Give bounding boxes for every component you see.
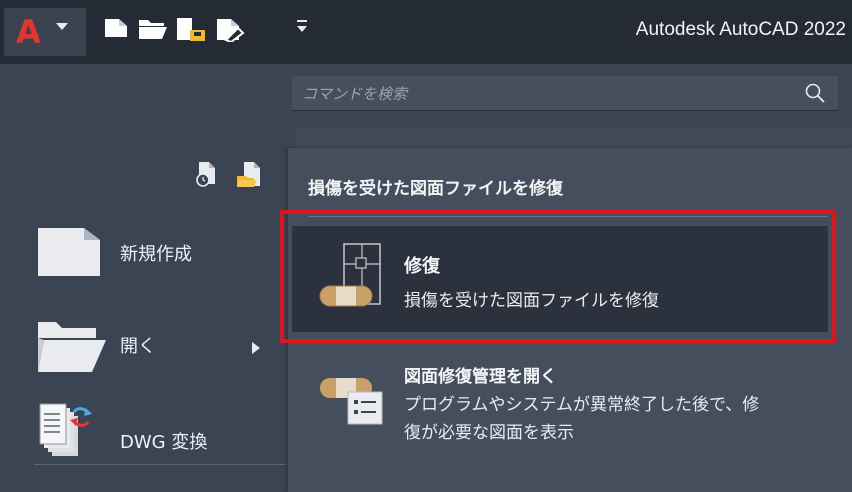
menu-item-label: 新規作成 [120,244,192,265]
open-folder-icon[interactable] [138,18,168,40]
divider [34,464,286,465]
new-document-icon [38,228,100,276]
application-menu-button[interactable]: A [4,8,86,56]
open-documents-icon[interactable] [236,160,266,190]
new-file-icon[interactable] [104,18,128,38]
dwg-convert-icon [39,403,92,456]
recovery-title: 図面修復管理を開く [404,367,557,387]
autocad-logo-icon: A [16,13,41,51]
chevron-down-icon [56,23,68,30]
command-search [292,76,838,111]
title-bar: A Autodesk AutoCAD 2022 [0,0,852,64]
submenu-header: 損傷を受けた図面ファイルを修復 [308,179,563,199]
save-icon[interactable] [176,18,206,42]
search-input[interactable] [300,81,784,107]
menu-item-drawing-recovery[interactable]: 図面修復管理を開く プログラムやシステムが異常終了した後で、修 復が必要な図面を… [292,352,828,462]
recovery-description-line1: プログラムやシステムが異常終了した後で、修 [404,395,760,415]
menu-item-dwg-convert[interactable]: DWG 変換 [36,402,286,462]
menu-item-label: 開く [120,336,156,357]
drawing-recovery-icon [320,378,383,425]
save-as-icon[interactable] [216,18,246,42]
search-icon[interactable] [804,82,826,104]
open-folder-icon [38,322,106,372]
menu-item-open[interactable]: 開く [36,318,286,378]
window-title: Autodesk AutoCAD 2022 [635,19,846,40]
recovery-description-line2: 復が必要な図面を表示 [404,423,574,443]
highlight-box [280,210,836,343]
menu-item-label: DWG 変換 [120,432,208,453]
menu-item-new[interactable]: 新規作成 [36,226,286,286]
customize-dropdown-icon[interactable] [296,18,308,34]
submenu-arrow-icon [252,342,260,354]
